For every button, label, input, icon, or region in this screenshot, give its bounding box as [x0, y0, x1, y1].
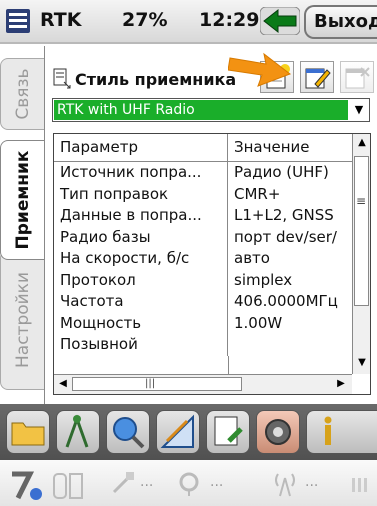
delete-style-button[interactable] — [340, 61, 374, 93]
exit-button[interactable]: Выход — [304, 5, 377, 39]
scroll-thumb[interactable] — [354, 156, 369, 306]
survey-button[interactable] — [56, 410, 100, 454]
table-cell-value[interactable]: L1+L2, GNSS — [228, 205, 352, 227]
table-cell-parameter[interactable]: Источник попра... — [54, 162, 228, 184]
header-value[interactable]: Значение — [228, 134, 352, 162]
status-dots: ... — [305, 474, 319, 490]
gear-icon — [265, 419, 291, 445]
satellite-dish-icon[interactable] — [175, 468, 205, 498]
survey-person-icon — [65, 414, 89, 448]
table-cell-parameter[interactable]: Данные в попра... — [54, 205, 228, 227]
folder-button[interactable] — [6, 410, 50, 454]
table-cell-value[interactable]: simplex — [228, 270, 352, 292]
scroll-grip-icon: ≡ — [356, 194, 367, 208]
cogo-button[interactable] — [156, 410, 200, 454]
table-cell-parameter[interactable]: Частота — [54, 291, 228, 313]
header-parameter[interactable]: Параметр — [54, 134, 228, 162]
table-cell-parameter[interactable]: Радио базы — [54, 226, 228, 248]
search-button[interactable] — [106, 410, 150, 454]
tripod-icon[interactable] — [52, 468, 86, 502]
tab-settings[interactable]: Настройки — [0, 250, 44, 390]
stakeout-button[interactable] — [206, 410, 250, 454]
scroll-up-icon[interactable]: ▲ — [353, 134, 370, 152]
table-cell-parameter[interactable]: На скорости, б/с — [54, 248, 228, 270]
table-cell-value[interactable]: порт dev/ser/ — [228, 227, 352, 249]
table-cell-parameter[interactable]: Позывной — [54, 334, 228, 356]
vertical-scrollbar[interactable]: ▲ ≡ ▼ — [352, 134, 370, 374]
tab-link-label: Связь — [12, 68, 33, 120]
table-cell-value[interactable]: Радио (UHF) — [228, 162, 352, 184]
scroll-down-icon[interactable]: ▼ — [353, 354, 370, 372]
more-icon[interactable] — [348, 468, 376, 498]
info-button[interactable] — [306, 410, 377, 454]
back-arrow-icon[interactable] — [260, 7, 300, 35]
gnss-status-icon[interactable] — [8, 468, 48, 502]
receiver-style-icon — [53, 68, 71, 89]
search-globe-icon — [113, 417, 145, 449]
table-cell-value[interactable]: 1.00W — [228, 313, 352, 335]
tab-link[interactable]: Связь — [0, 58, 44, 130]
scroll-left-icon[interactable]: ◀ — [56, 377, 70, 391]
settings-button[interactable] — [256, 410, 300, 454]
status-dots: ... — [210, 474, 224, 490]
tab-receiver-label: Приемник — [12, 150, 33, 250]
satellite-icon[interactable] — [108, 468, 138, 498]
table-cell-value[interactable]: CMR+ — [228, 184, 352, 206]
chevron-down-icon[interactable]: ▼ — [349, 99, 369, 121]
start-menu-icon[interactable] — [5, 8, 31, 34]
table-cell-value[interactable]: авто — [228, 248, 352, 270]
info-icon — [324, 416, 332, 445]
delete-document-icon — [345, 67, 370, 89]
edit-document-icon — [305, 68, 331, 89]
style-select-value: RTK with UHF Radio — [54, 100, 348, 120]
folder-icon — [11, 422, 45, 446]
style-select[interactable]: RTK with UHF Radio ▼ — [52, 98, 370, 122]
column-divider — [228, 355, 229, 375]
horizontal-scrollbar[interactable]: ◀ ||| ▶ — [54, 374, 352, 394]
app-title: RTK — [40, 9, 82, 31]
annotation-arrow — [228, 52, 292, 87]
stakeout-icon — [214, 416, 243, 446]
radio-icon[interactable] — [270, 468, 300, 498]
geometry-icon — [160, 414, 194, 448]
status-dots: ... — [140, 474, 154, 490]
battery-level: 27% — [122, 9, 168, 31]
tab-receiver[interactable]: Приемник — [0, 140, 44, 260]
tab-settings-label: Настройки — [12, 271, 33, 369]
scroll-right-icon[interactable]: ▶ — [334, 377, 348, 391]
table-cell-parameter[interactable]: Протокол — [54, 269, 228, 291]
table-cell-parameter[interactable]: Тип поправок — [54, 183, 228, 205]
table-cell-value[interactable]: 406.0000МГц — [228, 291, 352, 313]
scroll-grip-icon: ||| — [145, 378, 156, 389]
clock: 12:29 — [199, 9, 260, 31]
table-cell-value[interactable] — [228, 334, 352, 356]
parameters-table: Параметр Значение Источник попра... Ради… — [53, 133, 371, 395]
table-cell-parameter[interactable]: Мощность — [54, 312, 228, 334]
scroll-thumb[interactable]: ||| — [72, 377, 242, 391]
receiver-style-label: Стиль приемника — [75, 70, 237, 89]
edit-style-button[interactable] — [300, 61, 334, 93]
